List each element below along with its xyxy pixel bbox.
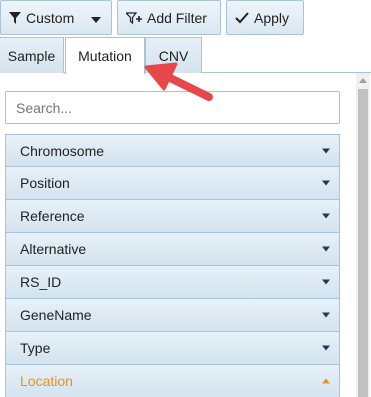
- field-label: Location: [20, 373, 73, 389]
- caret-up-icon: [322, 378, 330, 384]
- field-row-alternative[interactable]: Alternative: [5, 233, 340, 266]
- field-label: Type: [20, 340, 51, 356]
- add-filter-icon: [126, 11, 142, 25]
- field-label: Position: [20, 175, 70, 191]
- add-filter-button[interactable]: Add Filter: [117, 0, 221, 35]
- caret-down-icon: [322, 213, 330, 219]
- apply-label: Apply: [254, 9, 290, 26]
- caret-down-icon: [91, 10, 101, 26]
- scroll-up-arrow-icon[interactable]: [356, 73, 370, 87]
- apply-button[interactable]: Apply: [226, 0, 304, 35]
- custom-filter-label: Custom: [26, 9, 75, 26]
- field-row-chromosome[interactable]: Chromosome: [5, 134, 340, 167]
- add-filter-label: Add Filter: [147, 9, 207, 26]
- field-label: RS_ID: [20, 274, 62, 290]
- custom-filter-button[interactable]: Custom: [0, 0, 112, 35]
- field-row-rs-id[interactable]: RS_ID: [5, 266, 340, 299]
- field-row-reference[interactable]: Reference: [5, 200, 340, 233]
- tab-sample[interactable]: Sample: [0, 37, 64, 73]
- mutation-fields-panel: Chromosome Position Reference Alternativ…: [0, 73, 371, 397]
- category-tabs: Sample Mutation CNV: [0, 37, 371, 74]
- field-label: Alternative: [20, 241, 87, 257]
- filter-panel-window: Custom Add Filter Apply Sample Mutation …: [0, 0, 371, 397]
- field-row-position[interactable]: Position: [5, 167, 340, 200]
- vertical-scrollbar[interactable]: [356, 73, 370, 397]
- caret-down-icon: [322, 246, 330, 252]
- field-list: Chromosome Position Reference Alternativ…: [5, 134, 340, 397]
- field-row-genename[interactable]: GeneName: [5, 299, 340, 332]
- custom-filter-dropdown-toggle[interactable]: [81, 1, 111, 34]
- tab-mutation[interactable]: Mutation: [65, 37, 145, 74]
- tab-cnv-label: CNV: [158, 47, 189, 64]
- caret-down-icon: [322, 279, 330, 285]
- field-row-location[interactable]: Location: [5, 365, 340, 397]
- filter-toolbar: Custom Add Filter Apply: [0, 0, 371, 37]
- caret-down-icon: [322, 345, 330, 351]
- field-label: Reference: [20, 208, 85, 224]
- tab-cnv[interactable]: CNV: [145, 37, 202, 73]
- caret-down-icon: [322, 148, 330, 153]
- caret-down-icon: [322, 312, 330, 318]
- tab-sample-label: Sample: [7, 47, 56, 64]
- checkmark-icon: [235, 11, 249, 24]
- field-row-type[interactable]: Type: [5, 332, 340, 365]
- scrollbar-thumb[interactable]: [358, 89, 368, 397]
- search-input[interactable]: [5, 91, 340, 124]
- field-label: GeneName: [20, 307, 92, 323]
- caret-down-icon: [322, 180, 330, 186]
- field-label: Chromosome: [20, 142, 105, 159]
- tab-mutation-label: Mutation: [78, 48, 132, 64]
- filter-icon: [9, 11, 21, 24]
